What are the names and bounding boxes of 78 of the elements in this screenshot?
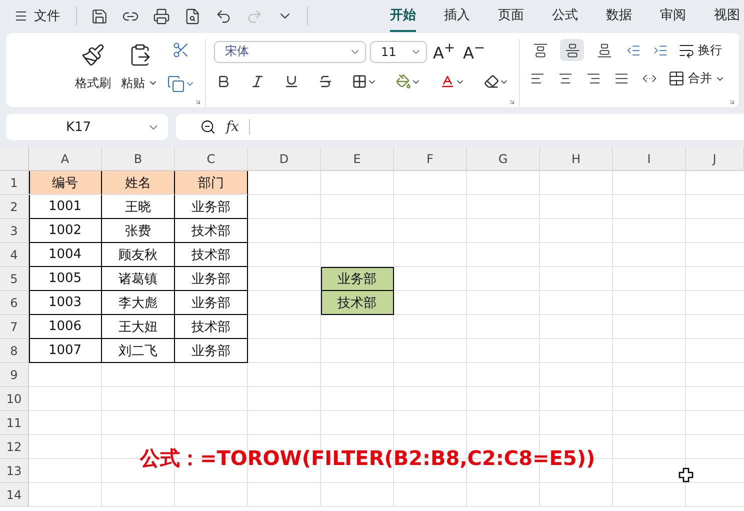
row-header[interactable]: 1 [0, 171, 29, 195]
criteria-cell: 业务部 [321, 267, 394, 291]
table-cell: 业务部 [175, 195, 248, 219]
row-header[interactable]: 10 [0, 387, 29, 411]
column-header[interactable]: F [394, 147, 467, 171]
column-header[interactable]: H [540, 147, 613, 171]
table-cell: 1005 [29, 267, 102, 291]
function-button[interactable]: fx [226, 119, 240, 135]
ribbon-tab[interactable]: 数据 [606, 0, 632, 32]
formula-field[interactable]: fx [176, 114, 744, 140]
table-cell: 业务部 [175, 291, 248, 315]
vertical-align-icon[interactable] [560, 39, 584, 61]
table-cell: 1004 [29, 243, 102, 267]
column-header[interactable]: G [467, 147, 540, 171]
file-menu[interactable]: 文件 [10, 7, 64, 25]
row-header[interactable]: 13 [0, 459, 29, 483]
table-cell: 技术部 [175, 219, 248, 243]
table-cell: 诸葛镇 [102, 267, 175, 291]
row-header[interactable]: 7 [0, 315, 29, 339]
merge-button[interactable]: 合并 [668, 70, 725, 87]
ribbon-tab[interactable]: 公式 [552, 0, 578, 32]
column-heading: 姓名 [102, 171, 175, 195]
row-header[interactable]: 14 [0, 483, 29, 507]
table-cell: 技术部 [175, 243, 248, 267]
expand-icon[interactable] [728, 98, 736, 106]
column-header[interactable]: C [175, 147, 248, 171]
row-header[interactable]: 9 [0, 363, 29, 387]
table-cell: 1002 [29, 219, 102, 243]
row-header[interactable]: 3 [0, 219, 29, 243]
row-header[interactable]: 11 [0, 411, 29, 435]
table-cell: 1001 [29, 195, 102, 219]
column-header[interactable]: E [321, 147, 394, 171]
table-cell: 李大彪 [102, 291, 175, 315]
table-cell: 王大妞 [102, 315, 175, 339]
criteria-cell: 技术部 [321, 291, 394, 315]
table-cell: 1006 [29, 315, 102, 339]
formula-caption: 公式：=TOROW(FILTER(B2:B8,C2:C8=E5)) [140, 445, 596, 472]
grow-font-button[interactable]: A$^{+}$ [431, 39, 457, 64]
font-size-select[interactable]: 11 [370, 40, 427, 63]
row-header[interactable]: 8 [0, 339, 29, 363]
name-box[interactable]: K17 [6, 114, 168, 140]
column-heading: 编号 [29, 171, 102, 195]
table-cell: 王晓 [102, 195, 175, 219]
row-header[interactable]: 2 [0, 195, 29, 219]
column-header[interactable]: B [102, 147, 175, 171]
expand-icon[interactable] [508, 98, 516, 106]
column-heading: 部门 [175, 171, 248, 195]
table-cell: 刘二飞 [102, 339, 175, 363]
row-header[interactable]: 5 [0, 267, 29, 291]
ribbon-tab[interactable]: 视图 [714, 0, 740, 32]
table-cell: 技术部 [175, 315, 248, 339]
format-painter-button[interactable]: 格式刷 [72, 40, 114, 94]
cell-cursor-icon [678, 467, 694, 483]
expand-icon[interactable] [194, 98, 202, 106]
shrink-font-button[interactable]: A$^{−}$ [461, 39, 487, 64]
column-header[interactable]: I [613, 147, 686, 171]
table-cell: 业务部 [175, 267, 248, 291]
ribbon-tab[interactable]: 页面 [498, 0, 524, 32]
merge-cells-icon [668, 70, 685, 87]
table-cell: 1007 [29, 339, 102, 363]
table-cell: 1003 [29, 291, 102, 315]
zoom-icon[interactable] [200, 119, 216, 135]
column-header[interactable]: D [248, 147, 321, 171]
column-header[interactable]: J [686, 147, 744, 171]
paintbrush-icon [81, 42, 105, 66]
row-header[interactable]: 6 [0, 291, 29, 315]
table-cell: 张费 [102, 219, 175, 243]
table-cell: 业务部 [175, 339, 248, 363]
menu-icon [14, 9, 28, 23]
font-name-select[interactable]: 宋体 [214, 40, 366, 63]
row-header[interactable]: 4 [0, 243, 29, 267]
ribbon-tab[interactable]: 插入 [444, 0, 470, 32]
column-header[interactable]: A [29, 147, 102, 171]
table-cell: 顾友秋 [102, 243, 175, 267]
paste-button[interactable]: 粘贴 [118, 40, 161, 94]
row-header[interactable]: 12 [0, 435, 29, 459]
ribbon-tab[interactable]: 审阅 [660, 0, 686, 32]
wrap-text-button[interactable]: 换行 [678, 42, 722, 58]
